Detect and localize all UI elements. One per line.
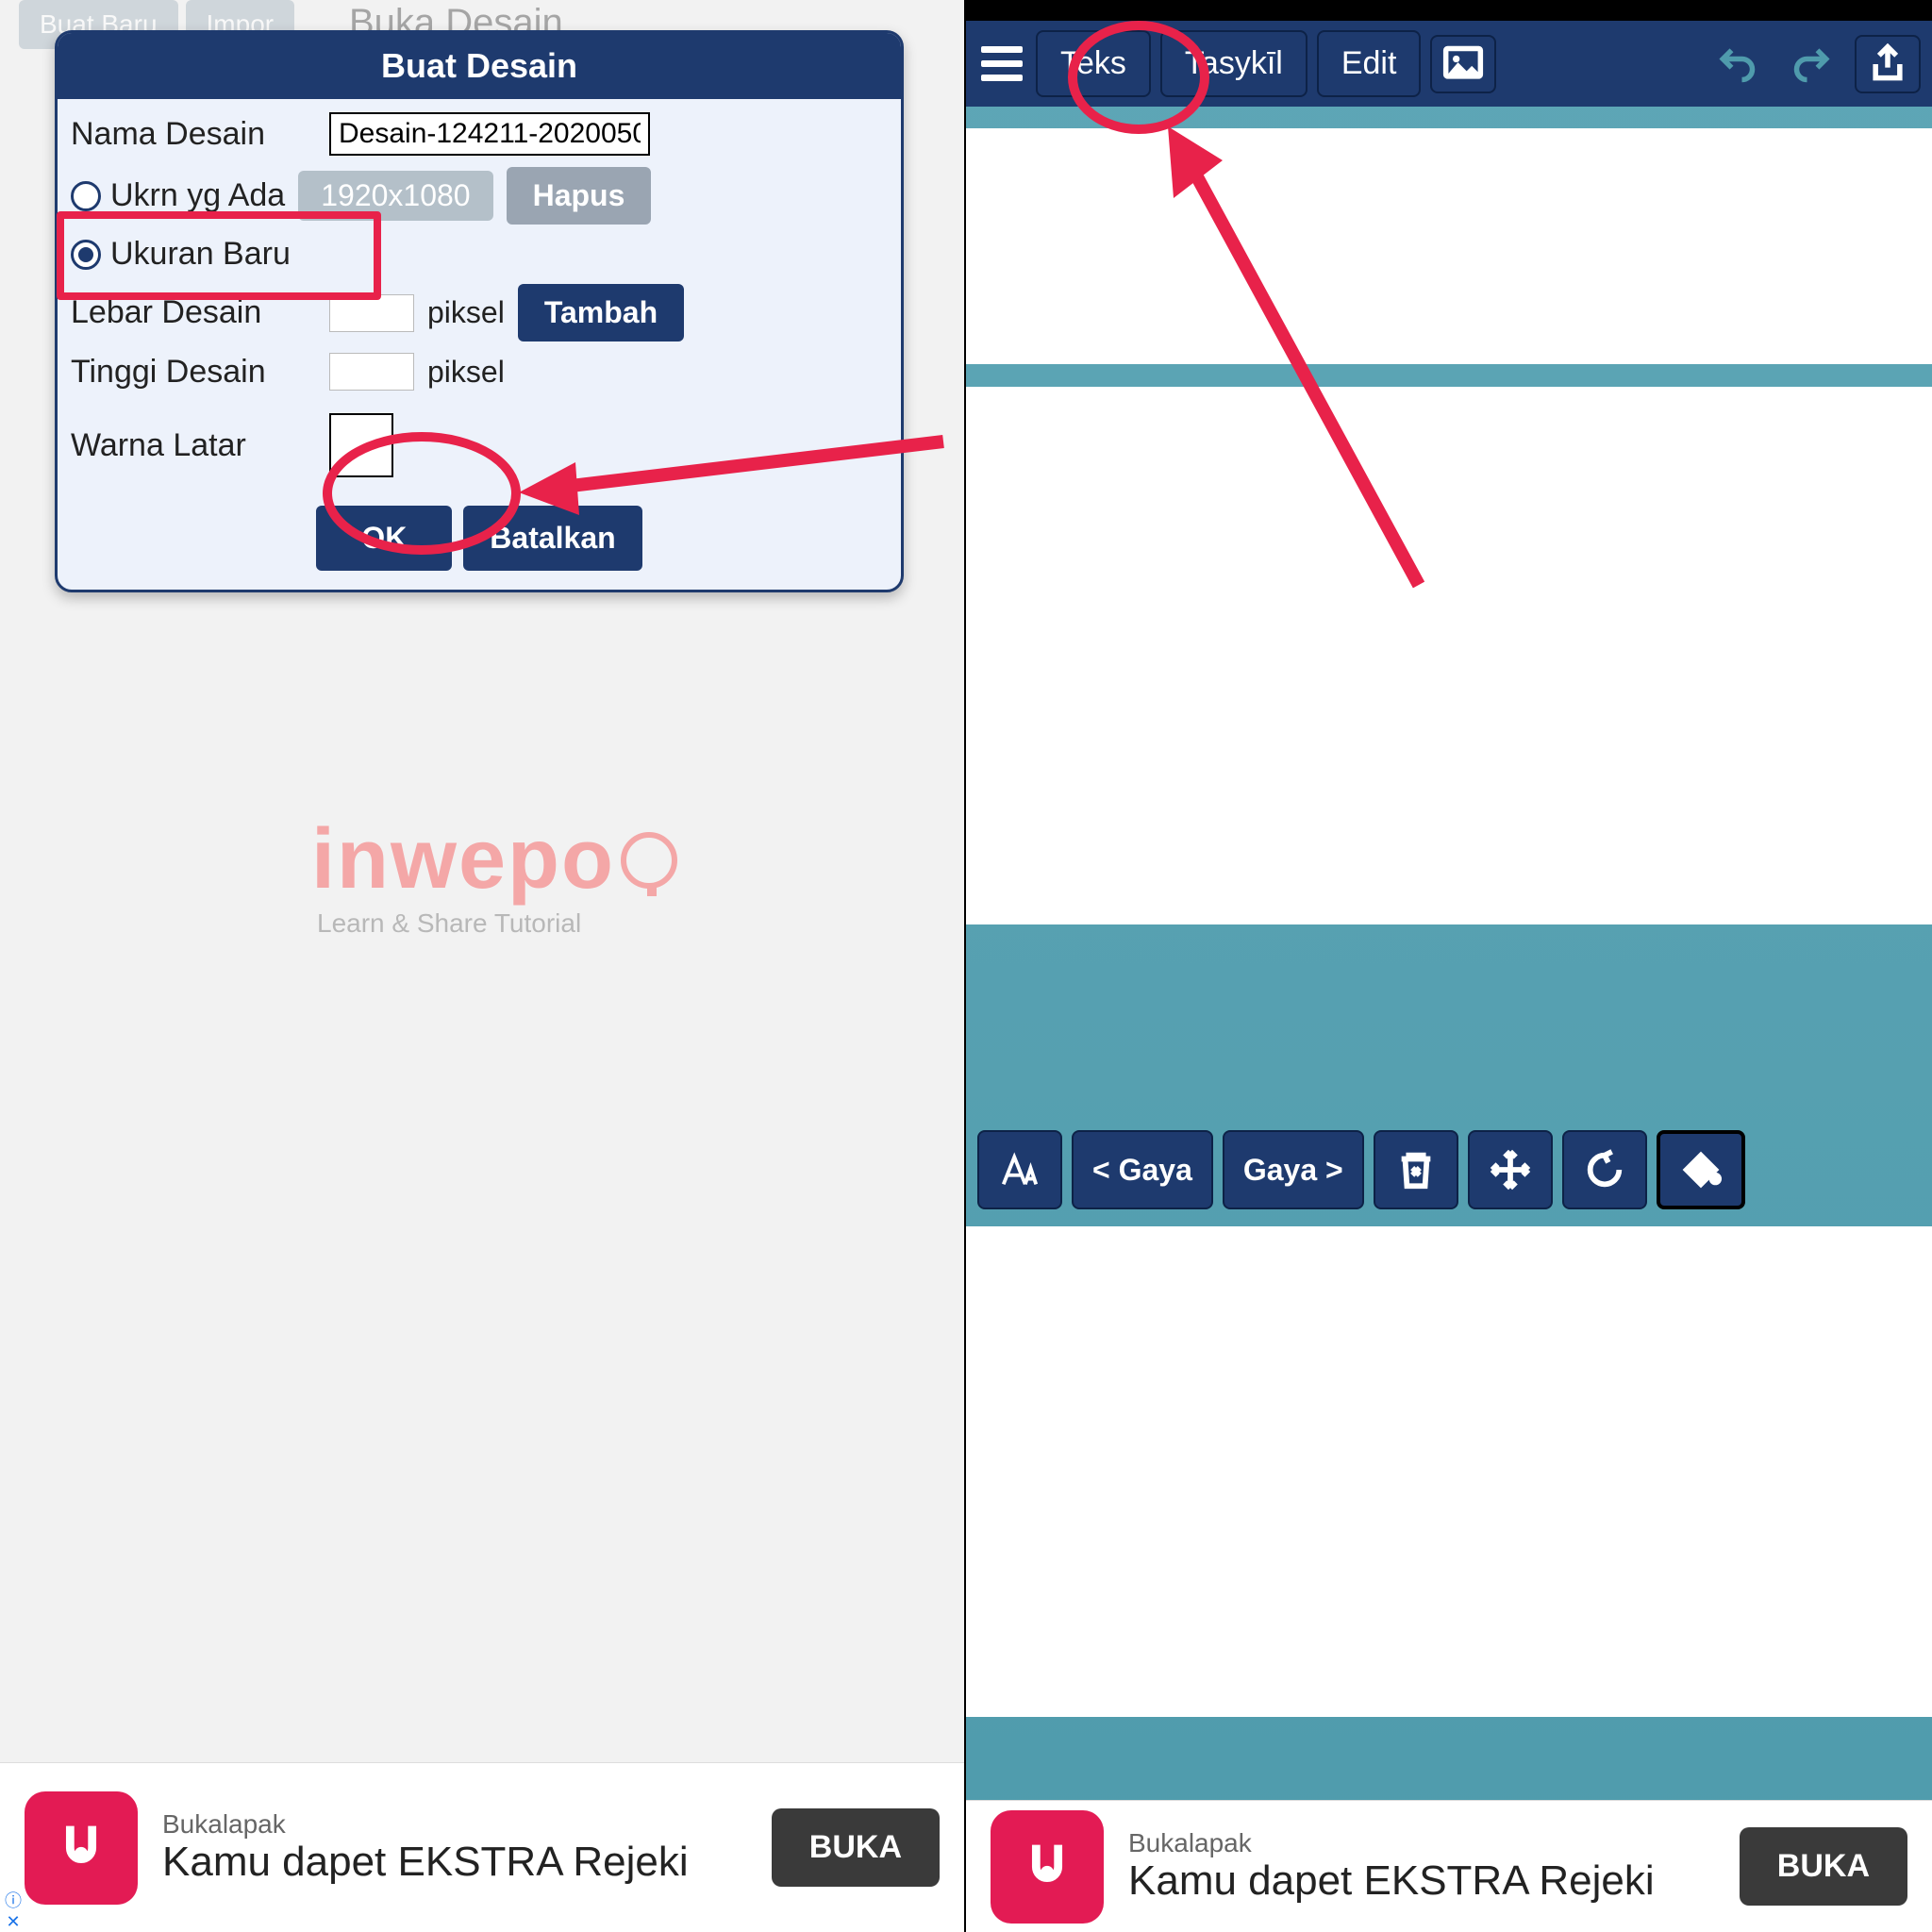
ad-cta-button-right[interactable]: BUKA xyxy=(1740,1827,1907,1906)
height-unit: piksel xyxy=(427,355,505,390)
watermark-tagline: Learn & Share Tutorial xyxy=(317,908,677,939)
dialog-title: Buat Desain xyxy=(58,33,901,99)
left-screenshot: Buat Baru Impor Buka Desain Buat Desain … xyxy=(0,0,966,1932)
bulb-icon xyxy=(621,832,677,889)
next-style-button[interactable]: Gaya > xyxy=(1223,1130,1364,1209)
ad-cta-button[interactable]: BUKA xyxy=(772,1808,940,1887)
delete-icon[interactable] xyxy=(1374,1130,1458,1209)
status-bar xyxy=(966,0,1932,21)
ad-advertiser-right: Bukalapak xyxy=(1128,1828,1715,1858)
bgcolor-label: Warna Latar xyxy=(71,427,316,464)
ad-logo xyxy=(25,1791,138,1905)
style-toolbar: < Gaya Gaya > xyxy=(966,1130,1932,1209)
annotation-arrow-swatch xyxy=(509,423,962,536)
delete-button[interactable]: Hapus xyxy=(507,167,652,225)
ad-logo-right xyxy=(991,1810,1104,1924)
height-input[interactable] xyxy=(329,353,414,391)
width-unit: piksel xyxy=(427,295,505,330)
edit-button[interactable]: Edit xyxy=(1317,30,1422,97)
ad-advertiser: Bukalapak xyxy=(162,1809,747,1840)
annotation-circle-swatch xyxy=(323,432,521,555)
design-name-label: Nama Desain xyxy=(71,116,316,153)
annotation-arrow-teks xyxy=(1136,113,1457,604)
ad-headline: Kamu dapet EKSTRA Rejeki xyxy=(162,1840,747,1885)
move-icon[interactable] xyxy=(1468,1130,1553,1209)
prev-style-button[interactable]: < Gaya xyxy=(1072,1130,1213,1209)
right-screenshot: Teks Tasykīl Edit < Gaya Gaya > xyxy=(966,0,1932,1932)
ad-banner-right[interactable]: Bukalapak Kamu dapet EKSTRA Rejeki BUKA xyxy=(966,1800,1932,1932)
watermark: inwepo Learn & Share Tutorial xyxy=(311,811,677,939)
ad-banner-left[interactable]: Bukalapak Kamu dapet EKSTRA Rejeki BUKA xyxy=(0,1762,964,1932)
design-name-input[interactable] xyxy=(329,112,650,156)
existing-size-radio[interactable]: Ukrn yg Ada xyxy=(71,177,285,214)
image-icon[interactable] xyxy=(1430,35,1496,93)
height-label: Tinggi Desain xyxy=(71,354,316,391)
redo-icon[interactable] xyxy=(1779,35,1845,93)
undo-icon[interactable] xyxy=(1704,35,1770,93)
add-button[interactable]: Tambah xyxy=(518,284,684,341)
rotate-icon[interactable] xyxy=(1562,1130,1647,1209)
font-size-icon[interactable] xyxy=(977,1130,1062,1209)
fill-icon[interactable] xyxy=(1657,1130,1745,1209)
canvas-area-3[interactable] xyxy=(966,1226,1932,1717)
adchoices-icon[interactable]: ⓘ✕ xyxy=(0,1885,26,1932)
watermark-brand: inwepo xyxy=(311,811,615,908)
hamburger-icon[interactable] xyxy=(977,41,1026,87)
ad-headline-right: Kamu dapet EKSTRA Rejeki xyxy=(1128,1858,1715,1904)
annotation-rect-new-size xyxy=(57,211,381,300)
existing-size-label: Ukrn yg Ada xyxy=(110,177,285,214)
share-icon[interactable] xyxy=(1855,35,1921,93)
